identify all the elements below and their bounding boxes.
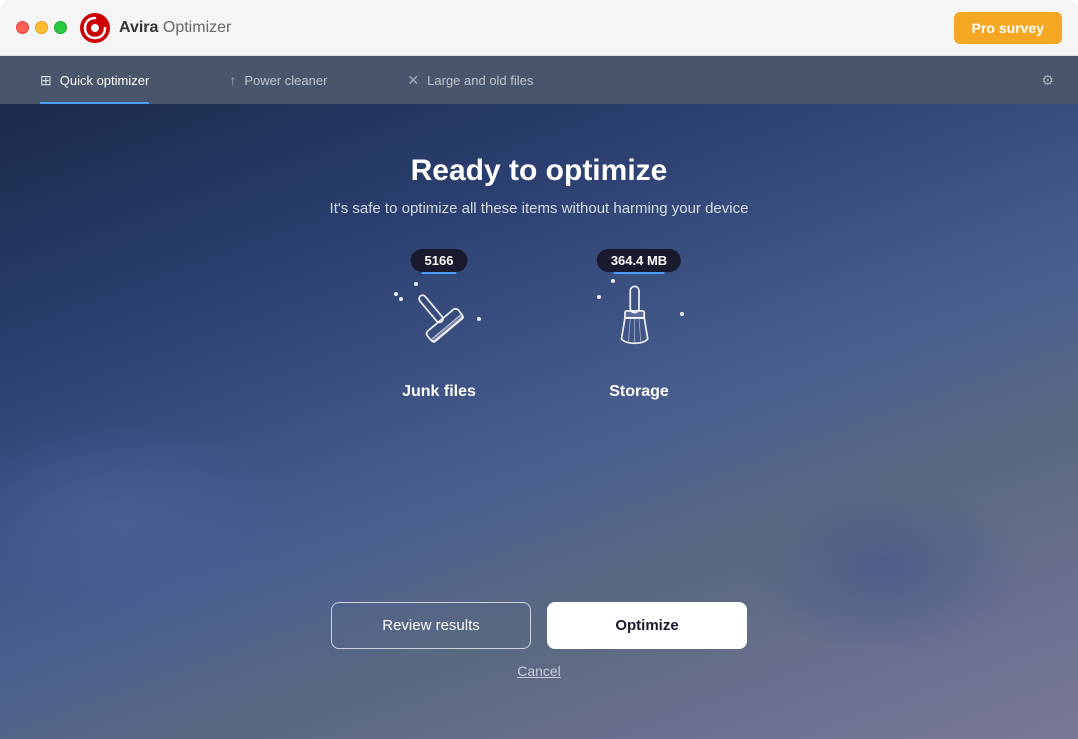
- sparkle-decoration: [680, 312, 684, 316]
- optimize-button[interactable]: Optimize: [547, 602, 747, 649]
- content-area: Ready to optimize It's safe to optimize …: [0, 104, 1078, 441]
- storage-badge: 364.4 MB: [597, 249, 681, 272]
- pro-survey-button[interactable]: Pro survey: [954, 12, 1062, 44]
- quick-optimizer-icon: ⊞: [40, 72, 52, 89]
- main-content: Ready to optimize It's safe to optimize …: [0, 104, 1078, 739]
- settings-icon: ⚙: [1041, 72, 1054, 89]
- sparkle-decoration: [399, 297, 403, 301]
- nav-item-settings[interactable]: ⚙: [1017, 56, 1078, 104]
- nav-item-label: Power cleaner: [244, 73, 327, 88]
- junk-files-badge: 5166: [411, 249, 468, 272]
- nav-item-quick-optimizer[interactable]: ⊞ Quick optimizer: [0, 56, 189, 104]
- nav-item-large-old-files[interactable]: ✕ Large and old files: [367, 56, 573, 104]
- large-old-files-icon: ✕: [407, 72, 419, 89]
- traffic-lights: [16, 21, 67, 34]
- review-results-button[interactable]: Review results: [331, 602, 531, 649]
- nav-bar: ⊞ Quick optimizer ↑ Power cleaner ✕ Larg…: [0, 56, 1078, 104]
- nav-item-label: Large and old files: [427, 73, 533, 88]
- stat-card-junk-files: 5166: [389, 267, 489, 401]
- page-subtitle: It's safe to optimize all these items wi…: [330, 200, 749, 217]
- storage-label: Storage: [609, 383, 669, 401]
- brush-icon: [604, 282, 674, 352]
- sparkle-decoration: [597, 295, 601, 299]
- avira-logo-icon: [79, 12, 111, 44]
- cancel-button[interactable]: Cancel: [517, 663, 561, 679]
- power-cleaner-icon: ↑: [229, 72, 236, 88]
- buttons-area: Review results Optimize Cancel: [331, 602, 747, 679]
- sparkle-decoration: [477, 317, 481, 321]
- app-name: Avira Optimizer: [119, 19, 231, 37]
- page-title: Ready to optimize: [411, 154, 668, 188]
- storage-icon-wrapper: 364.4 MB: [589, 267, 689, 367]
- app-logo: Avira Optimizer: [79, 12, 231, 44]
- stats-row: 5166: [389, 267, 689, 401]
- junk-files-label: Junk files: [402, 383, 476, 401]
- sparkle-decoration: [611, 279, 615, 283]
- close-button[interactable]: [16, 21, 29, 34]
- nav-item-label: Quick optimizer: [60, 73, 150, 88]
- maximize-button[interactable]: [54, 21, 67, 34]
- minimize-button[interactable]: [35, 21, 48, 34]
- sparkle-decoration: [414, 282, 418, 286]
- nav-item-power-cleaner[interactable]: ↑ Power cleaner: [189, 56, 367, 104]
- buttons-row: Review results Optimize: [331, 602, 747, 649]
- junk-files-icon-wrapper: 5166: [389, 267, 489, 367]
- squeegee-icon: [404, 282, 474, 352]
- title-bar: Avira Optimizer Pro survey: [0, 0, 1078, 56]
- stat-card-storage: 364.4 MB: [589, 267, 689, 401]
- sparkle-decoration: [394, 292, 398, 296]
- title-bar-left: Avira Optimizer: [16, 12, 231, 44]
